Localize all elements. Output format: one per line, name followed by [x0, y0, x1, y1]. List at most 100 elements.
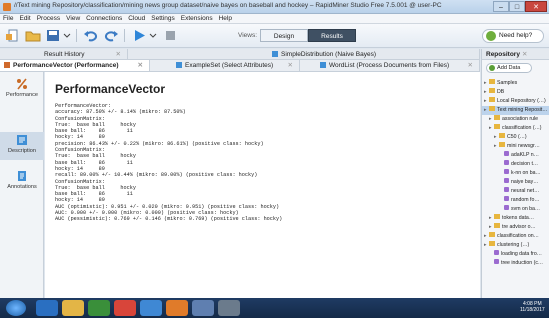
tab-label: PerformanceVector (Performance) [13, 62, 119, 69]
repository-folder[interactable]: ▸ Local Repository (…) [482, 97, 549, 106]
close-icon[interactable]: ✕ [288, 60, 293, 71]
close-icon[interactable]: ✕ [324, 49, 329, 59]
redo-button[interactable] [102, 28, 120, 43]
repository-entry[interactable]: loading data fro… [482, 250, 549, 259]
close-button[interactable]: ✕ [525, 1, 547, 12]
tab-example-set[interactable]: ExampleSet (Select Attributes) ✕ [150, 60, 300, 71]
menu-cloud[interactable]: Cloud [125, 14, 148, 24]
run-options-dropdown[interactable] [148, 28, 158, 43]
save-options-dropdown[interactable] [62, 28, 72, 43]
process-icon [504, 160, 509, 165]
close-icon[interactable]: ✕ [116, 49, 121, 59]
repository-folder[interactable]: ▸ mini newsgr… [482, 142, 549, 151]
folder-icon [494, 124, 500, 129]
repository-folder[interactable]: ▸ C50 (…) [482, 133, 549, 142]
stop-process-button[interactable] [162, 28, 180, 43]
model-icon [272, 51, 278, 57]
menu-settings[interactable]: Settings [148, 14, 178, 24]
repository-entry[interactable]: svm on ba… [482, 205, 549, 214]
table-icon [320, 62, 326, 68]
close-icon[interactable]: ✕ [138, 60, 143, 71]
repository-tree: ▸ Samples ▸ DB ▸ Local Repository (…) ▸ Text mi… [482, 79, 549, 268]
close-icon[interactable]: ✕ [468, 60, 473, 71]
menu-file[interactable]: File [0, 14, 16, 24]
app-taskbar-icon[interactable] [218, 300, 240, 316]
chrome-taskbar-icon[interactable] [140, 300, 162, 316]
repository-entry[interactable]: tree induction (c… [482, 259, 549, 268]
repository-folder[interactable]: ▸ classification (…) [482, 124, 549, 133]
undo-button[interactable] [82, 28, 100, 43]
chevron-down-icon [149, 33, 157, 38]
save-process-button[interactable] [44, 28, 62, 43]
menu-help[interactable]: Help [216, 14, 235, 24]
design-view-button[interactable]: Design [260, 29, 308, 42]
folder-icon [499, 142, 505, 147]
windows-taskbar: 4:08 PM 11/18/2017 [0, 298, 549, 318]
rapidminer-taskbar-icon[interactable] [166, 300, 188, 316]
taskbar-clock[interactable]: 4:08 PM 11/18/2017 [520, 301, 545, 313]
undo-icon [84, 31, 98, 42]
repository-entry[interactable]: naiye bay… [482, 178, 549, 187]
folder-icon [494, 115, 500, 120]
repository-folder[interactable]: ▸ DB [482, 88, 549, 97]
repository-entry[interactable]: k-nn on ba… [482, 169, 549, 178]
repository-entry[interactable]: random fo… [482, 196, 549, 205]
menu-connections[interactable]: Connections [83, 14, 125, 24]
tab-performance-vector[interactable]: PerformanceVector (Performance) ✕ [0, 60, 150, 71]
new-process-button[interactable] [4, 28, 22, 43]
repository-folder[interactable]: ▸ Samples [482, 79, 549, 88]
ie-taskbar-icon[interactable] [36, 300, 58, 316]
repository-entry[interactable]: neural net… [482, 187, 549, 196]
help-icon [486, 31, 496, 41]
repository-folder[interactable]: ▸ association rule [482, 115, 549, 124]
view-description[interactable]: Description [0, 132, 44, 160]
add-data-label: Add Data [497, 65, 521, 71]
stop-icon [166, 31, 175, 40]
minimize-button[interactable]: – [493, 1, 509, 12]
repository-folder[interactable]: ▸ Text mining Reposit… [482, 106, 549, 115]
repository-item-label: classification on… [497, 233, 539, 239]
results-view-button[interactable]: Results [308, 29, 356, 42]
folder-icon [494, 223, 500, 228]
view-performance[interactable]: Performance [0, 76, 44, 104]
tab-word-list[interactable]: WordList (Process Documents from Files) … [300, 60, 480, 71]
open-process-button[interactable] [24, 28, 42, 43]
app-taskbar-icon[interactable] [192, 300, 214, 316]
tab-label: ExampleSet (Select Attributes) [185, 62, 274, 69]
add-data-button[interactable]: Add Data [486, 63, 532, 73]
repository-folder[interactable]: ▸ tre advisor o… [482, 223, 549, 232]
redo-icon [104, 31, 118, 42]
repository-item-label: svm on ba… [511, 206, 541, 212]
menu-edit[interactable]: Edit [16, 14, 33, 24]
menu-view[interactable]: View [63, 14, 83, 24]
start-button[interactable] [6, 300, 26, 316]
repository-folder[interactable]: ▸ clustering (…) [482, 241, 549, 250]
repository-item-label: k-nn on ba… [511, 170, 541, 176]
repository-folder[interactable]: ▸ tokens data… [482, 214, 549, 223]
folder-icon [489, 232, 495, 237]
folder-icon [494, 214, 500, 219]
explorer-taskbar-icon[interactable] [62, 300, 84, 316]
menu-extensions[interactable]: Extensions [178, 14, 216, 24]
view-label: Description [8, 148, 36, 154]
tab-simple-distribution[interactable]: SimpleDistribution (Naive Bayes) ✕ [128, 49, 480, 59]
menu-process[interactable]: Process [34, 14, 63, 24]
need-help-button[interactable]: Need help? [482, 29, 544, 43]
repository-folder[interactable]: ▸ classification on… [482, 232, 549, 241]
repository-entry[interactable]: adaKLP n… [482, 151, 549, 160]
chevron-down-icon [63, 33, 71, 38]
performance-line: AUC (pessimistic): 0.769 +/- 0.146 (mikr… [55, 216, 283, 223]
view-annotations[interactable]: Annotations [0, 168, 44, 196]
annotations-icon [18, 171, 26, 181]
repository-item-label: random fo… [511, 197, 540, 203]
repository-entry[interactable]: decision t… [482, 160, 549, 169]
process-icon [504, 178, 509, 183]
run-process-button[interactable] [130, 28, 148, 43]
maximize-button[interactable]: □ [509, 1, 525, 12]
process-icon [504, 205, 509, 210]
repository-item-label: Local Repository (…) [497, 98, 546, 104]
tab-result-history[interactable]: Result History ✕ [0, 49, 128, 59]
close-icon[interactable]: ✕ [522, 49, 527, 60]
opera-taskbar-icon[interactable] [114, 300, 136, 316]
media-taskbar-icon[interactable] [88, 300, 110, 316]
